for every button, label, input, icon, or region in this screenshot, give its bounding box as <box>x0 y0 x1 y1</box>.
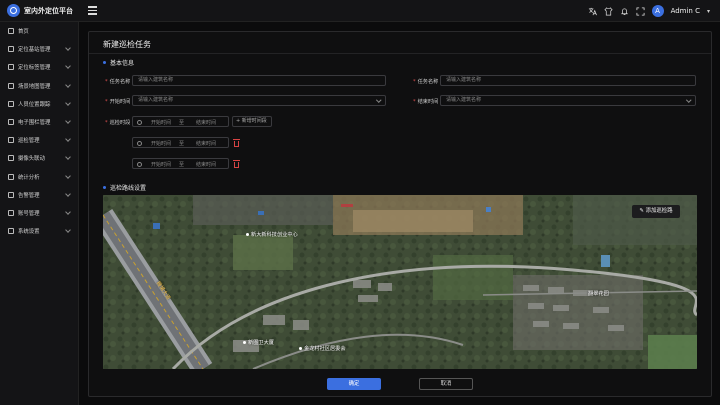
sidebar-item-label: 定位标签管理 <box>18 65 51 72</box>
menu-toggle-icon[interactable] <box>88 5 97 16</box>
fence-icon <box>8 119 14 126</box>
sidebar-item-label: 告警管理 <box>18 192 40 199</box>
task-name-label: * 任务名称 <box>105 79 131 85</box>
chevron-down-icon <box>65 190 71 197</box>
task-name-input[interactable]: 请输入建筑名称 <box>132 75 386 86</box>
end-time-label: * 结束时间 <box>413 99 439 105</box>
section-route: 巡检路线设置 <box>103 183 146 192</box>
sidebar-item-10[interactable]: 账号管理 <box>0 204 78 222</box>
chevron-down-icon <box>65 172 71 179</box>
sidebar-item-2[interactable]: 定位标签管理 <box>0 58 78 76</box>
app-title: 室内外定位平台 <box>24 7 73 15</box>
section-label: 基本信息 <box>110 60 135 67</box>
translate-icon[interactable] <box>588 7 597 16</box>
logo-icon <box>7 4 20 17</box>
delete-period-icon[interactable] <box>233 138 240 147</box>
account-icon <box>8 209 14 216</box>
sidebar-item-8[interactable]: 统计分析 <box>0 168 78 186</box>
end-time-select[interactable]: 请输入建筑名称 <box>440 95 696 106</box>
section-label: 巡检路线设置 <box>110 185 147 192</box>
sidebar-item-label: 电子围栏管理 <box>18 120 51 127</box>
chevron-down-icon <box>65 81 71 88</box>
username[interactable]: Admin C <box>671 7 700 15</box>
start-time-select[interactable]: 请输入建筑名称 <box>132 95 386 106</box>
chart-icon <box>8 173 14 180</box>
clock-icon <box>137 140 142 146</box>
top-actions: A Admin C ▾ <box>588 4 710 18</box>
add-route-label: 添加巡检路 <box>645 208 673 214</box>
clock-icon <box>137 161 142 167</box>
period-range-3[interactable]: 开始时间 至 结束时间 <box>132 158 229 169</box>
section-dot-icon <box>103 61 106 64</box>
tag-icon <box>8 64 14 71</box>
map-label-garden: 翻翠花园 <box>588 291 609 297</box>
top-bar: 室内外定位平台 A Admin C ▾ <box>0 0 720 22</box>
patrol-icon <box>8 137 14 144</box>
sidebar-item-9[interactable]: 告警管理 <box>0 186 78 204</box>
sidebar-item-4[interactable]: 人员位置跟踪 <box>0 95 78 113</box>
alarm-icon <box>8 191 14 198</box>
chevron-down-icon <box>65 136 71 142</box>
confirm-button[interactable]: 确定 <box>327 378 381 390</box>
task-type-input[interactable]: 请输入建筑名称 <box>440 75 696 86</box>
sidebar-item-3[interactable]: 场景地图管理 <box>0 77 78 95</box>
chevron-down-icon <box>65 118 71 124</box>
chevron-down-icon <box>65 99 71 106</box>
start-time-label: * 开始时间 <box>105 99 131 105</box>
sidebar-item-label: 巡检管理 <box>18 138 40 145</box>
sidebar-item-label: 账号管理 <box>18 210 40 217</box>
sidebar-item-label: 首页 <box>18 29 29 36</box>
home-icon <box>8 28 14 35</box>
sidebar-item-5[interactable]: 电子围栏管理 <box>0 113 78 131</box>
sidebar-item-label: 场景地图管理 <box>18 83 51 90</box>
chevron-down-icon[interactable]: ▾ <box>707 8 710 15</box>
cancel-button[interactable]: 取消 <box>419 378 473 390</box>
person-icon <box>8 100 14 107</box>
map-icon <box>8 82 14 89</box>
chevron-down-icon <box>65 63 71 70</box>
add-period-button[interactable]: + 新增时间段 <box>232 116 272 127</box>
sidebar: 首页定位基站管理 定位标签管理 场景地图管理 人员位置跟踪 电子围栏管理 巡检管理摄像头联… <box>0 22 79 405</box>
task-type-label: * 任务名称 <box>413 79 439 85</box>
sidebar-item-label: 人员位置跟踪 <box>18 101 51 108</box>
chevron-down-icon <box>65 45 71 52</box>
bell-icon[interactable] <box>620 7 629 16</box>
period-range-2[interactable]: 开始时间 至 结束时间 <box>132 137 229 148</box>
map-label-science-park: 新大新科技创业中心 <box>246 231 298 238</box>
add-route-button[interactable]: ✎ 添加巡检路 <box>632 205 680 218</box>
page-title: 新建巡检任务 <box>103 40 151 49</box>
chevron-down-icon <box>685 97 691 103</box>
chevron-down-icon <box>65 209 71 215</box>
chevron-down-icon <box>375 97 381 103</box>
avatar[interactable]: A <box>651 5 664 17</box>
sidebar-item-label: 统计分析 <box>18 174 40 181</box>
sidebar-item-1[interactable]: 定位基站管理 <box>0 40 78 58</box>
chevron-down-icon <box>65 227 71 233</box>
clock-icon <box>137 119 142 125</box>
map-imagery <box>103 195 697 369</box>
fullscreen-icon[interactable] <box>636 6 645 16</box>
divider <box>89 53 711 54</box>
station-icon <box>8 46 14 53</box>
period-range-1[interactable]: 开始时间 至 结束时间 <box>132 116 229 127</box>
sidebar-item-6[interactable]: 巡检管理 <box>0 131 78 149</box>
sidebar-item-7[interactable]: 摄像头联动 <box>0 149 78 167</box>
period-label: * 巡检时段 <box>105 120 131 126</box>
chevron-down-icon <box>65 154 71 161</box>
sidebar-item-label: 摄像头联动 <box>18 156 45 163</box>
camera-icon <box>8 155 14 162</box>
delete-period-icon[interactable] <box>233 159 240 168</box>
map-label-health-building: 新图卫大厦 <box>243 339 274 346</box>
satellite-map[interactable]: 新大新科技创业中心 機場大道 翻翠花园 新图卫大厦 金龙村社区居委会 ✎ 添加巡… <box>103 195 697 369</box>
create-task-panel: 新建巡检任务 基本信息 * 任务名称 请输入建筑名称 * 任务名称 请输入建筑名称 … <box>88 31 712 397</box>
shirt-icon[interactable] <box>603 6 613 16</box>
sidebar-item-0[interactable]: 首页 <box>0 22 78 40</box>
map-label-committee: 金龙村社区居委会 <box>299 345 346 352</box>
section-basic-info: 基本信息 <box>103 58 134 67</box>
settings-icon <box>8 228 14 235</box>
section-dot-icon <box>103 186 106 189</box>
sidebar-item-label: 定位基站管理 <box>18 47 51 54</box>
sidebar-item-11[interactable]: 系统设置 <box>0 222 78 240</box>
sidebar-item-label: 系统设置 <box>18 229 40 236</box>
